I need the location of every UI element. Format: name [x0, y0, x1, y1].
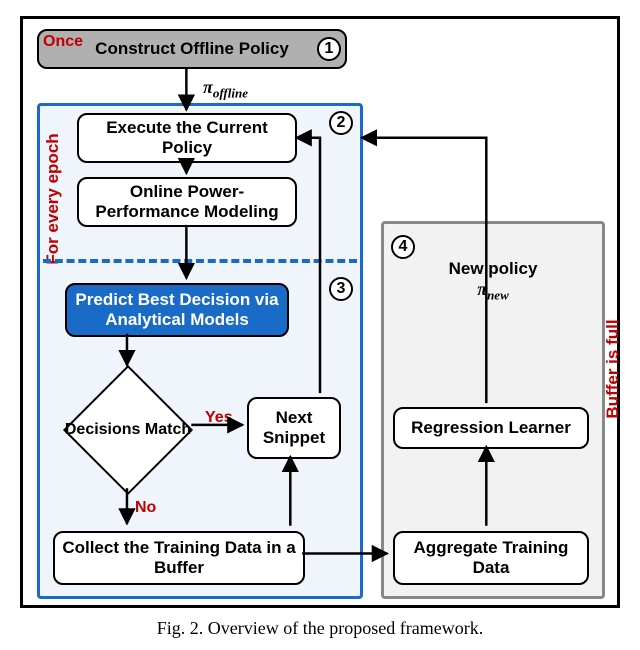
pi-glyph: π [203, 77, 213, 97]
node-decisions-match: Decisions Match [63, 365, 193, 495]
label-pi-offline: πoffline [203, 77, 248, 102]
new-policy-text: New policy [449, 259, 538, 278]
pi-sub: new [487, 288, 509, 303]
tag-for-every-epoch: For every epoch [43, 129, 63, 269]
circle-2: 2 [329, 111, 353, 135]
node-label: Online Power-Performance Modeling [85, 182, 289, 223]
circle-4: 4 [391, 235, 415, 259]
node-construct-offline-policy: Construct Offline Policy [37, 29, 347, 69]
node-online-power-perf: Online Power-Performance Modeling [77, 177, 297, 227]
node-label: Aggregate Training Data [401, 538, 581, 579]
node-label: Predict Best Decision via Analytical Mod… [73, 290, 281, 331]
circle-3: 3 [329, 277, 353, 301]
dashed-divider [43, 259, 357, 263]
tag-once: Once [43, 33, 83, 51]
pi-glyph: π [477, 279, 487, 299]
node-execute-current-policy: Execute the Current Policy [77, 113, 297, 163]
node-regression-learner: Regression Learner [393, 407, 589, 449]
node-aggregate-training: Aggregate Training Data [393, 531, 589, 585]
node-label: Next Snippet [255, 408, 333, 449]
node-label: Regression Learner [411, 418, 571, 438]
node-label: Collect the Training Data in a Buffer [61, 538, 297, 579]
figure-caption: Fig. 2. Overview of the proposed framewo… [0, 618, 640, 639]
pi-sub: offline [213, 86, 248, 101]
node-predict-best-decision: Predict Best Decision via Analytical Mod… [65, 283, 289, 337]
tag-buffer-full: Buffer is full [603, 309, 623, 429]
edge-label-no: No [135, 499, 156, 517]
label-new-policy: New policy πnew [423, 259, 563, 304]
circle-1: 1 [317, 37, 341, 61]
node-label: Execute the Current Policy [85, 118, 289, 159]
node-label: Construct Offline Policy [95, 39, 289, 59]
edge-label-yes: Yes [205, 409, 233, 427]
diagram-outer-frame: Construct Offline Policy Once 1 πoffline… [20, 16, 620, 608]
diamond-label: Decisions Match [65, 421, 191, 439]
node-collect-buffer: Collect the Training Data in a Buffer [53, 531, 305, 585]
node-next-snippet: Next Snippet [247, 397, 341, 459]
